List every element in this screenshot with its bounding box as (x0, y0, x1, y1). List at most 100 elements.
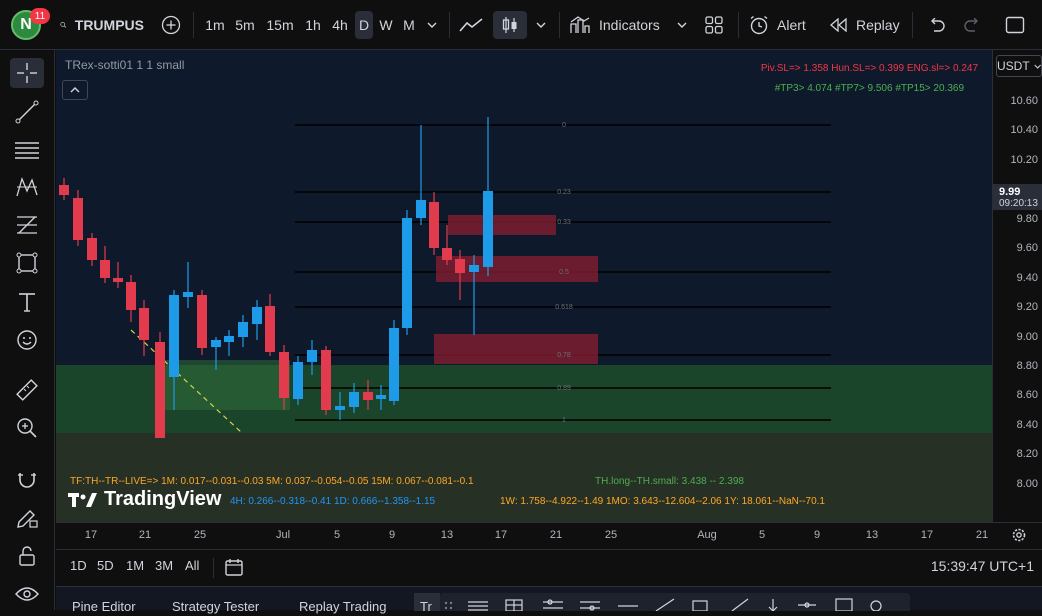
rectangle-icon (16, 252, 38, 274)
chevron-down-icon (427, 22, 437, 28)
candle-body (224, 336, 234, 342)
undo-button[interactable] (923, 0, 949, 50)
shapes-tool[interactable] (10, 248, 44, 278)
interval-w[interactable]: W (375, 0, 397, 50)
candle-body (211, 340, 221, 347)
crosshair-tool[interactable] (10, 58, 44, 88)
compare-symbol-button[interactable] (158, 0, 184, 50)
range-3m[interactable]: 3M (155, 558, 173, 573)
candle-body (139, 308, 149, 340)
price-axis[interactable]: USDT 10.60 10.40 10.20 9.99 09:20:13 9.8… (992, 50, 1042, 522)
alert-button[interactable]: Alert (749, 0, 815, 50)
candle-body (252, 307, 262, 324)
indicators-dropdown[interactable] (673, 0, 691, 50)
candle-body (321, 350, 331, 410)
watermark-text: TradingView (104, 488, 222, 510)
tab-pine-editor[interactable]: Pine Editor (72, 599, 136, 614)
plus-circle-icon (161, 15, 181, 35)
notification-badge: 11 (30, 8, 50, 24)
go-to-date-button[interactable] (224, 557, 244, 582)
axis-settings-button[interactable] (1011, 527, 1027, 548)
lock-tool[interactable] (10, 541, 44, 571)
candle-body (376, 395, 386, 399)
symbol-name: TRUMPUS (74, 17, 144, 33)
tab-trading-panel[interactable]: Tr (414, 593, 440, 611)
tab-replay-trading[interactable]: Replay Trading (299, 599, 386, 614)
price-label: 8.60 (1016, 389, 1038, 401)
price-label: 9.80 (1016, 213, 1038, 225)
interval-dropdown[interactable] (423, 0, 441, 50)
text-tool[interactable] (10, 287, 44, 317)
range-5d[interactable]: 5D (97, 558, 114, 573)
floating-drawing-toolbar[interactable] (440, 593, 910, 612)
collapse-legend-button[interactable] (62, 80, 88, 100)
emoji-tool[interactable] (10, 325, 44, 355)
candle-body (363, 392, 373, 400)
indicators-label: Indicators (599, 17, 660, 33)
pattern-tool[interactable] (10, 172, 44, 202)
interval-15m[interactable]: 15m (263, 0, 297, 50)
fib-label: 0.78 (557, 352, 571, 359)
layouts-button[interactable] (701, 0, 727, 50)
time-label: 17 (84, 529, 98, 541)
chevron-up-icon (70, 87, 80, 93)
current-price-marker: 9.99 09:20:13 (993, 184, 1042, 210)
horizontal-lines-tool[interactable] (10, 135, 44, 165)
ruler-icon (16, 379, 38, 401)
zoom-in-icon (17, 418, 37, 438)
interval-m[interactable]: M (398, 0, 420, 50)
range-1d[interactable]: 1D (70, 558, 87, 573)
pattern-icon (16, 177, 38, 197)
replay-button[interactable]: Replay (830, 0, 904, 50)
candle-body (335, 406, 345, 410)
interval-4h[interactable]: 4h (327, 0, 353, 50)
time-label: 17 (920, 529, 934, 541)
search-icon (60, 21, 67, 28)
current-price: 9.99 (999, 186, 1021, 198)
price-label: 9.20 (1016, 301, 1038, 313)
fullscreen-button[interactable] (1002, 0, 1028, 50)
fib-label: 1 (562, 417, 566, 424)
symbol-search[interactable]: TRUMPUS (60, 0, 144, 50)
replay-label: Replay (856, 17, 900, 33)
magnet-tool[interactable] (10, 465, 44, 495)
chart-type-dropdown[interactable] (532, 0, 550, 50)
redo-button[interactable] (960, 0, 986, 50)
drawing-mode-tool[interactable] (10, 503, 44, 533)
interval-5m[interactable]: 5m (231, 0, 259, 50)
candle-body (279, 352, 289, 398)
time-axis[interactable]: 17 21 25 Jul 5 9 13 17 21 25 Aug 5 9 13 … (56, 522, 1042, 548)
chart-type-candles-button[interactable] (493, 11, 527, 39)
interval-1h[interactable]: 1h (300, 0, 326, 50)
measure-tool[interactable] (10, 375, 44, 405)
interval-1m[interactable]: 1m (201, 0, 229, 50)
candle-body (100, 260, 110, 278)
chart-type-line-button[interactable] (456, 0, 486, 50)
time-label: 21 (975, 529, 989, 541)
currency-selector[interactable]: USDT (996, 55, 1042, 77)
tradingview-watermark: TradingView (68, 488, 221, 511)
lock-icon (19, 546, 35, 566)
fib-tool[interactable] (10, 210, 44, 240)
magnet-icon (18, 473, 36, 488)
utc-clock[interactable]: 15:39:47 UTC+1 (931, 558, 1034, 574)
time-label: 5 (333, 529, 341, 541)
trend-line-tool[interactable] (10, 97, 44, 127)
indicator-title[interactable]: TRex-sotti01 1 1 small (65, 58, 184, 72)
interval-d-selected[interactable]: D (355, 11, 373, 39)
zoom-tool[interactable] (10, 413, 44, 443)
tab-strategy-tester[interactable]: Strategy Tester (172, 599, 259, 614)
candle-body (349, 392, 359, 407)
price-chart[interactable]: 0 0.23 0.33 0.5 0.618 0.78 0.89 1 (56, 50, 992, 522)
visibility-tool[interactable] (10, 579, 44, 609)
alert-label: Alert (777, 17, 806, 33)
range-1m[interactable]: 1M (126, 558, 144, 573)
calendar-icon (225, 559, 243, 576)
drawing-toolbar (0, 50, 55, 610)
chart-pane[interactable]: 0 0.23 0.33 0.5 0.618 0.78 0.89 1 TRex-sotti01 … (56, 50, 992, 522)
price-label: 9.00 (1016, 331, 1038, 343)
time-label: 13 (865, 529, 879, 541)
indicators-button[interactable]: Indicators (570, 0, 665, 50)
range-all[interactable]: All (185, 558, 199, 573)
fib-label: 0.33 (557, 219, 571, 226)
